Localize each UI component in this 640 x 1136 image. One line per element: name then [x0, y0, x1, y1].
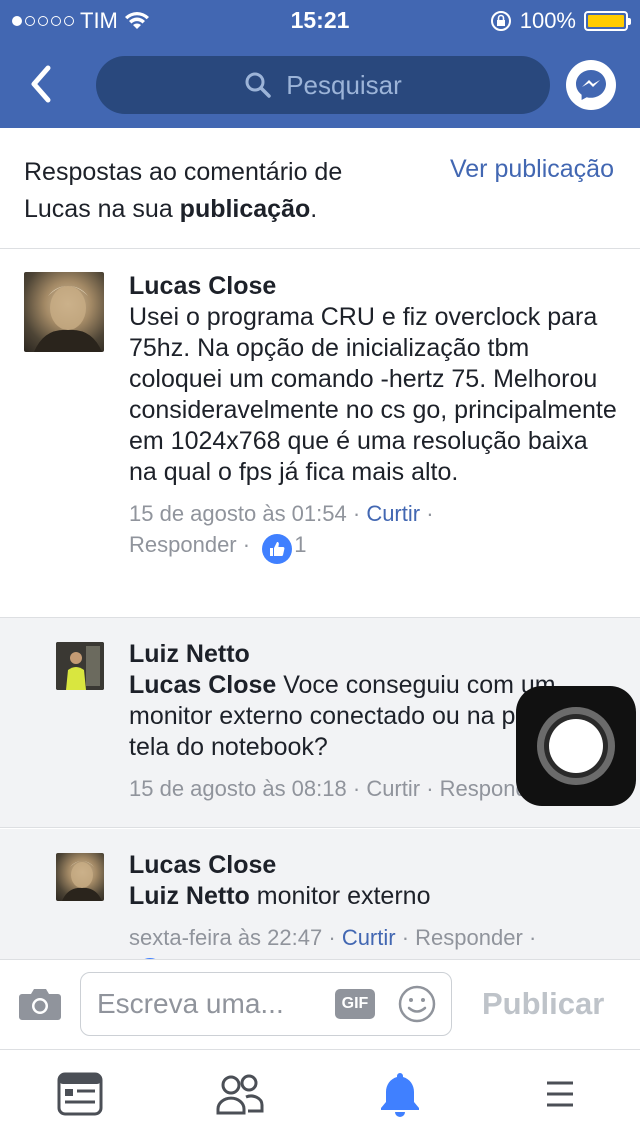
- avatar[interactable]: [56, 853, 104, 901]
- comment-timestamp: 15 de agosto às 01:54: [129, 501, 347, 526]
- comment-text: Luiz Netto monitor externo: [129, 882, 431, 910]
- replies-header: Respostas ao comentário de Lucas na sua …: [0, 128, 640, 249]
- comment-author[interactable]: Luiz Netto: [129, 638, 619, 670]
- emoji-icon[interactable]: [397, 984, 437, 1024]
- bottom-tab-bar: [0, 1049, 640, 1136]
- camera-button[interactable]: [18, 986, 62, 1022]
- search-icon: [245, 72, 271, 98]
- back-button[interactable]: [22, 60, 62, 108]
- assistive-touch-button[interactable]: [516, 686, 636, 806]
- camera-icon: [19, 989, 61, 1020]
- replies-header-text: Respostas ao comentário de Lucas na sua …: [24, 158, 343, 223]
- comment-timestamp: sexta-feira às 22:47: [129, 925, 323, 950]
- tab-notifications[interactable]: [374, 1068, 426, 1120]
- comment-input-placeholder: Escreva uma...: [97, 988, 284, 1019]
- tab-friends[interactable]: [214, 1068, 266, 1120]
- like-button[interactable]: Curtir: [366, 776, 420, 801]
- mention-link[interactable]: Lucas Close: [129, 671, 276, 699]
- comment-meta: 15 de agosto às 01:54 · Curtir · Respond…: [129, 498, 619, 564]
- messenger-icon: [576, 70, 606, 100]
- avatar[interactable]: [56, 642, 104, 690]
- comment-author[interactable]: Lucas Close: [129, 270, 619, 302]
- profile-photo: [34, 286, 102, 352]
- view-post-link[interactable]: Ver publicação: [450, 155, 614, 184]
- gif-button[interactable]: GIF: [335, 989, 375, 1019]
- status-bar: TIM 15:21 100%: [0, 0, 640, 40]
- comment-input[interactable]: Escreva uma... GIF: [80, 972, 452, 1036]
- comment-composer: Escreva uma... GIF Publicar: [0, 959, 640, 1049]
- battery-icon: [584, 11, 631, 31]
- reply-item: Lucas Close Luiz Netto monitor externo s…: [0, 829, 640, 959]
- publish-button[interactable]: Publicar: [482, 986, 604, 1022]
- like-button[interactable]: Curtir: [366, 501, 420, 526]
- comment-timestamp: 15 de agosto às 08:18: [129, 776, 347, 801]
- comment-item: Lucas Close Usei o programa CRU e fiz ov…: [0, 250, 640, 618]
- profile-photo: [62, 861, 102, 901]
- comment-author[interactable]: Lucas Close: [129, 849, 619, 881]
- friends-icon: [216, 1074, 264, 1115]
- comment-meta: sexta-feira às 22:47 · Curtir · Responde…: [129, 922, 619, 959]
- rotation-lock-icon: [490, 11, 511, 31]
- tab-menu[interactable]: [534, 1068, 586, 1120]
- profile-photo: [56, 642, 104, 690]
- search-placeholder: Pesquisar: [286, 69, 402, 100]
- avatar[interactable]: [24, 272, 104, 352]
- tab-news-feed[interactable]: [54, 1068, 106, 1120]
- assistive-touch-icon: [537, 707, 615, 785]
- hamburger-menu-icon: [547, 1081, 573, 1107]
- comment-text: Usei o programa CRU e fiz overclock para…: [129, 303, 617, 486]
- top-bar: TIM 15:21 100% Pesquisar: [0, 0, 640, 128]
- bell-icon: [381, 1073, 419, 1117]
- battery-percent: 100%: [519, 8, 576, 33]
- thumbs-up-icon[interactable]: [262, 534, 293, 564]
- search-input[interactable]: Pesquisar: [96, 56, 550, 114]
- chevron-left-icon: [31, 65, 51, 103]
- like-button[interactable]: Curtir: [342, 925, 396, 950]
- news-feed-icon: [57, 1072, 103, 1116]
- like-count: 1: [294, 532, 307, 557]
- mention-link[interactable]: Luiz Netto: [129, 882, 250, 910]
- navigation-bar: Pesquisar: [0, 40, 640, 128]
- messenger-button[interactable]: [566, 60, 616, 110]
- reply-button[interactable]: Responder: [129, 532, 237, 557]
- reply-button[interactable]: Responder: [415, 925, 523, 950]
